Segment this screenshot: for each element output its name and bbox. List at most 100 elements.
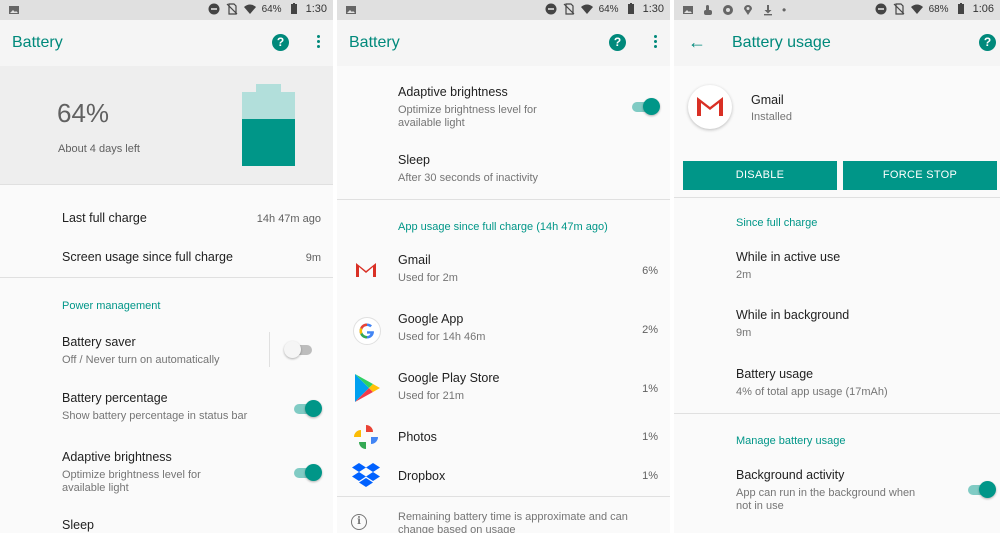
- app-battery-usage-screen: • 68% 1:06 ← Battery usage ? Gmail Insta…: [674, 0, 1000, 533]
- battery-screen: 64% 1:30 Battery ? 64% About 4 days left…: [0, 0, 333, 533]
- app-name: Dropbox: [398, 469, 446, 483]
- app-usage-percent: 1%: [642, 431, 658, 443]
- battery-percent-text: 64%: [598, 3, 619, 15]
- adaptive-brightness-toggle[interactable]: [292, 464, 322, 481]
- gmail-app-icon: [688, 85, 732, 129]
- adaptive-brightness-summary: Optimize brightness level for available …: [398, 104, 537, 129]
- download-notification-icon: [764, 5, 772, 16]
- background-use-label: While in background: [736, 308, 850, 322]
- manage-battery-header: Manage battery usage: [736, 435, 846, 447]
- info-icon: i: [351, 514, 367, 530]
- battery-level-text: 64%: [57, 98, 110, 128]
- clock: 1:30: [642, 3, 664, 15]
- app-bar: Battery ?: [0, 20, 333, 66]
- wifi-icon: [910, 4, 923, 14]
- page-title: Battery: [12, 34, 63, 51]
- status-bar: 64% 1:30: [0, 0, 333, 20]
- last-full-charge-value: 14h 47m ago: [256, 213, 321, 225]
- vertical-divider: [269, 332, 270, 367]
- do-not-disturb-icon: [545, 3, 557, 15]
- adaptive-brightness-toggle[interactable]: [630, 98, 660, 115]
- image-notification-icon: [9, 6, 19, 14]
- page-title: Battery usage: [732, 34, 831, 51]
- adaptive-brightness-label: Adaptive brightness: [398, 85, 508, 99]
- battery-status-icon: [290, 3, 297, 14]
- image-notification-icon: [346, 6, 356, 14]
- app-name: Photos: [398, 430, 437, 444]
- sleep-label: Sleep: [398, 153, 430, 167]
- active-use-value: 2m: [736, 269, 752, 281]
- divider: [337, 199, 670, 200]
- divider: [674, 413, 1000, 414]
- help-icon[interactable]: ?: [609, 34, 626, 51]
- battery-estimate-note: Remaining battery time is approximate an…: [398, 511, 628, 533]
- gmail-icon: [354, 258, 378, 282]
- battery-percentage-summary: Show battery percentage in status bar: [62, 410, 248, 422]
- back-arrow-icon[interactable]: ←: [688, 33, 706, 51]
- battery-usage-label: Battery usage: [736, 367, 814, 381]
- no-sim-icon: [226, 3, 237, 15]
- battery-saver-label: Battery saver: [62, 335, 136, 349]
- battery-percent-text: 64%: [261, 3, 282, 15]
- battery-gauge-icon: [242, 84, 295, 166]
- touch-notification-icon: [704, 5, 712, 15]
- divider: [0, 277, 333, 278]
- app-usage-percent: 6%: [642, 265, 658, 277]
- status-bar: • 68% 1:06: [674, 0, 1000, 20]
- background-use-value: 9m: [736, 327, 752, 339]
- app-name: Gmail: [751, 93, 784, 107]
- clock: 1:30: [305, 3, 327, 15]
- app-header: Gmail Installed: [751, 93, 792, 123]
- app-name: Google App: [398, 312, 464, 326]
- battery-status-icon: [957, 3, 964, 14]
- screen-usage-value: 9m: [305, 252, 321, 264]
- more-notifications-icon: •: [782, 3, 787, 17]
- help-icon[interactable]: ?: [979, 34, 996, 51]
- disable-button[interactable]: DISABLE: [683, 161, 837, 190]
- background-activity-summary: App can run in the background when not i…: [736, 487, 916, 512]
- clock: 1:06: [972, 3, 994, 15]
- battery-status-icon: [627, 3, 634, 14]
- battery-percentage-label: Battery percentage: [62, 391, 168, 405]
- adaptive-brightness-label: Adaptive brightness: [62, 450, 172, 464]
- sleep-summary: After 30 seconds of inactivity: [398, 172, 539, 184]
- location-notification-icon: [744, 5, 752, 15]
- help-icon[interactable]: ?: [272, 34, 289, 51]
- power-management-header: Power management: [62, 300, 161, 312]
- background-activity-label: Background activity: [736, 468, 845, 482]
- app-usage-time: Used for 14h 46m: [398, 331, 486, 343]
- screen-usage-label: Screen usage since full charge: [62, 250, 233, 264]
- battery-percentage-toggle[interactable]: [292, 400, 322, 417]
- app-bar: Battery ?: [337, 20, 670, 66]
- page-title: Battery: [349, 34, 400, 51]
- app-usage-time: Used for 2m: [398, 272, 458, 284]
- play-store-icon: [353, 373, 381, 403]
- battery-saver-summary: Off / Never turn on automatically: [62, 354, 220, 366]
- battery-screen-scrolled: 64% 1:30 Battery ? Adaptive brightness O…: [337, 0, 670, 533]
- app-bar: ← Battery usage ?: [674, 20, 1000, 66]
- battery-percent-text: 68%: [928, 3, 949, 15]
- app-name: Google Play Store: [398, 371, 500, 385]
- divider: [337, 496, 670, 497]
- background-activity-toggle[interactable]: [966, 481, 996, 498]
- chat-notification-icon: [723, 5, 733, 15]
- active-use-label: While in active use: [736, 250, 841, 264]
- app-install-status: Installed: [751, 111, 792, 123]
- app-usage-header: App usage since full charge (14h 47m ago…: [398, 221, 608, 233]
- battery-saver-row[interactable]: Battery saver Off / Never turn on automa…: [0, 335, 333, 367]
- more-options-icon[interactable]: [652, 34, 658, 50]
- more-options-icon[interactable]: [315, 34, 321, 50]
- last-full-charge-label: Last full charge: [62, 211, 147, 225]
- no-sim-icon: [563, 3, 574, 15]
- battery-saver-toggle[interactable]: [284, 341, 314, 358]
- adaptive-brightness-summary: Optimize brightness level for available …: [62, 469, 201, 494]
- do-not-disturb-icon: [208, 3, 220, 15]
- app-usage-percent: 2%: [642, 324, 658, 336]
- sleep-label: Sleep: [62, 518, 94, 532]
- battery-usage-value: 4% of total app usage (17mAh): [736, 386, 888, 398]
- do-not-disturb-icon: [875, 3, 887, 15]
- wifi-icon: [580, 4, 593, 14]
- force-stop-button[interactable]: FORCE STOP: [843, 161, 997, 190]
- photos-icon: [352, 423, 380, 451]
- no-sim-icon: [893, 3, 904, 15]
